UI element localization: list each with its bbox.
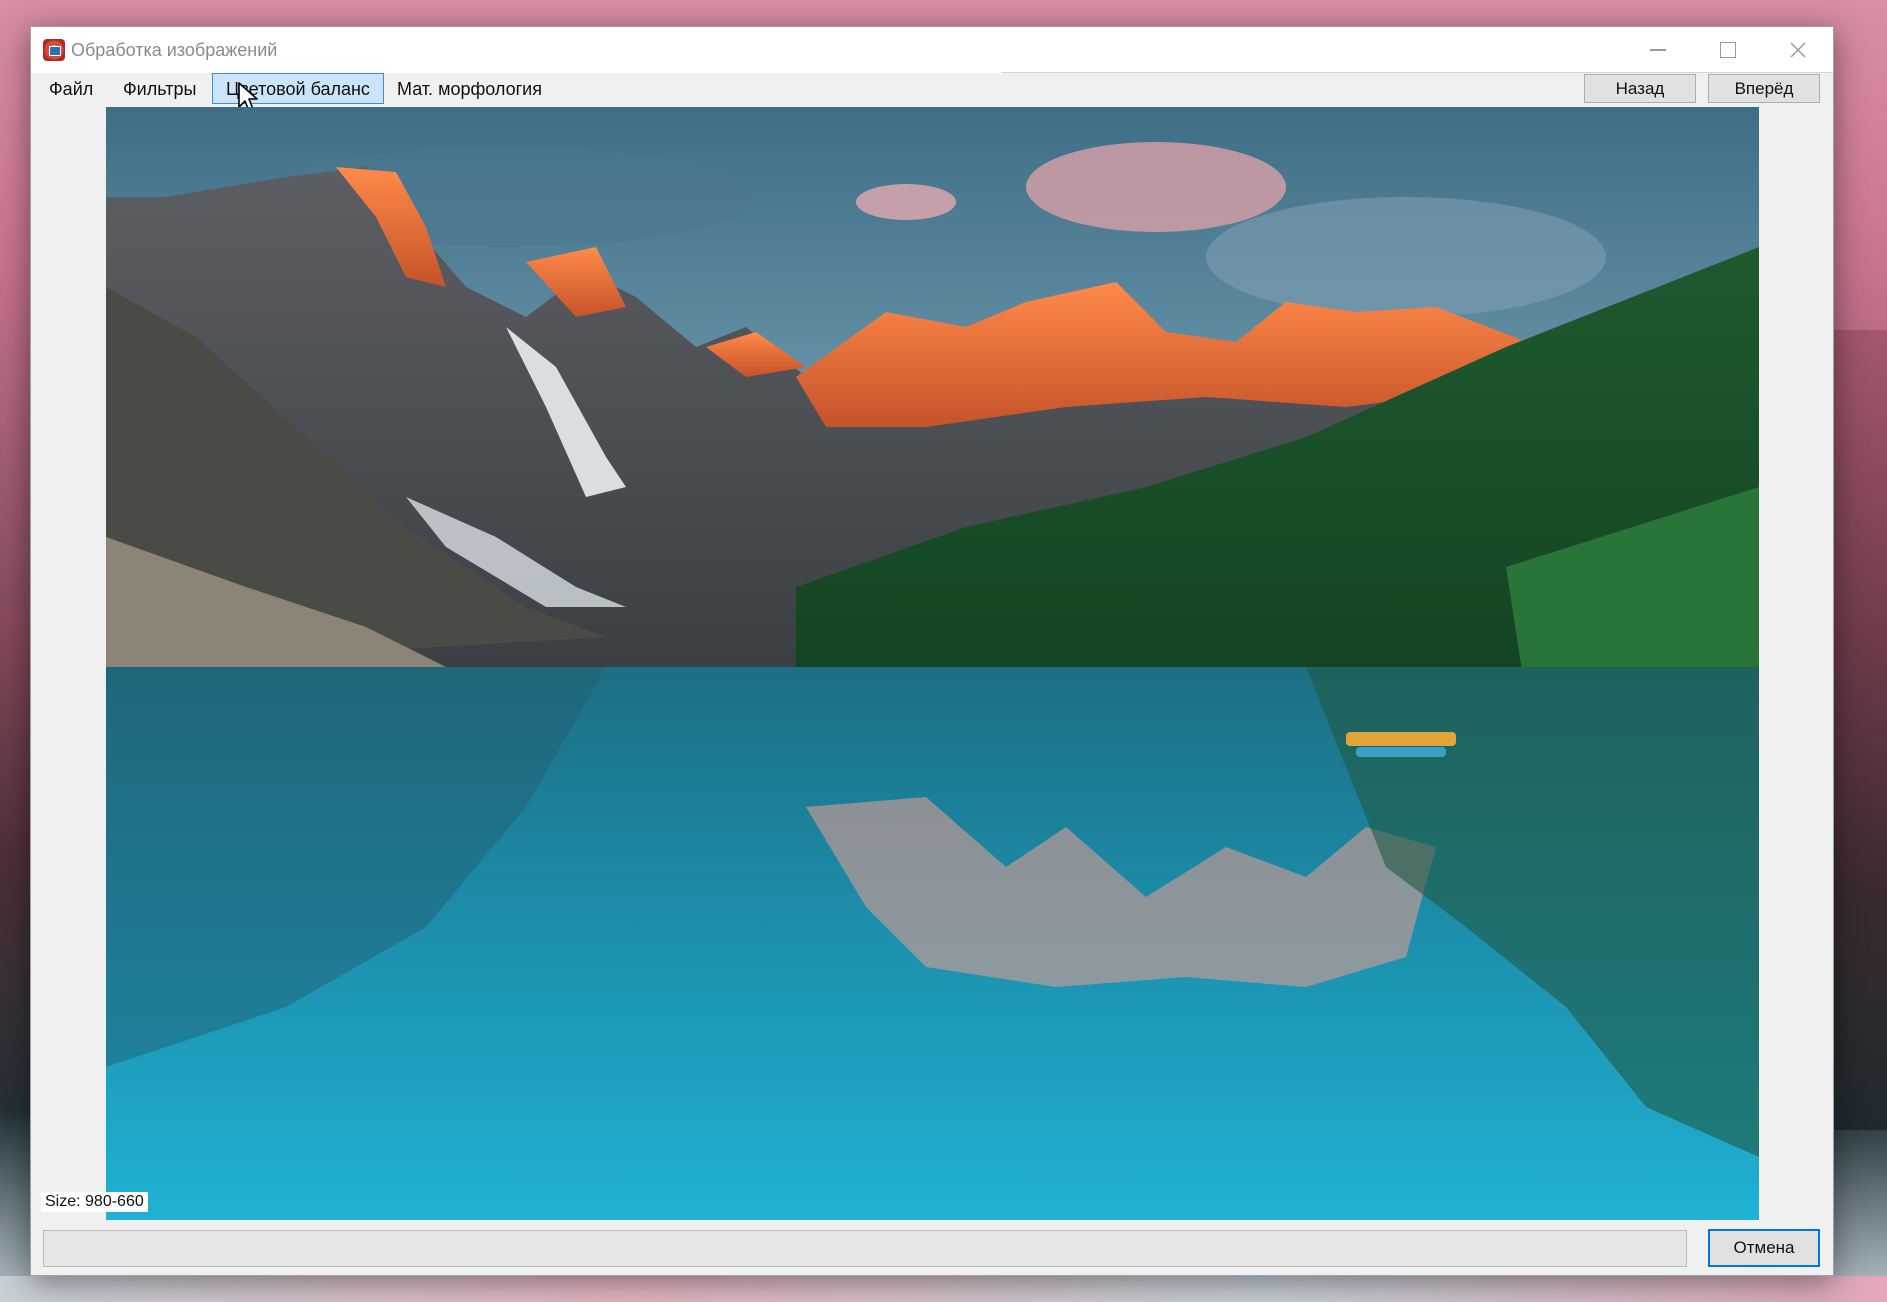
cancel-button[interactable]: Отмена — [1708, 1229, 1820, 1267]
back-button[interactable]: Назад — [1584, 74, 1696, 103]
maximize-icon — [1720, 42, 1736, 58]
forward-button[interactable]: Вперёд — [1708, 74, 1820, 103]
image-display[interactable] — [106, 107, 1759, 1220]
menu-file[interactable]: Файл — [35, 73, 107, 104]
progress-bar — [43, 1230, 1687, 1267]
desktop-background-left — [0, 610, 34, 1110]
landscape-image — [106, 107, 1759, 1220]
menu-morphology[interactable]: Мат. морфология — [383, 73, 556, 104]
close-button[interactable] — [1763, 27, 1833, 73]
window-title: Обработка изображений — [71, 40, 278, 60]
minimize-button[interactable] — [1623, 27, 1693, 73]
desktop-background-bottom — [0, 1276, 1887, 1302]
close-icon — [1790, 42, 1806, 58]
image-size-label: Size: 980-660 — [41, 1192, 148, 1212]
menu-filters[interactable]: Фильтры — [109, 73, 210, 104]
title-bar[interactable]: Обработка изображений — [31, 27, 1833, 73]
minimize-icon — [1650, 49, 1666, 51]
maximize-button[interactable] — [1693, 27, 1763, 73]
app-image-icon — [43, 39, 65, 61]
menu-bar: Файл Фильтры Цветовой баланс Мат. морфол… — [31, 73, 1833, 106]
app-window: Обработка изображений Файл Фильтры Цвето… — [30, 26, 1834, 1276]
